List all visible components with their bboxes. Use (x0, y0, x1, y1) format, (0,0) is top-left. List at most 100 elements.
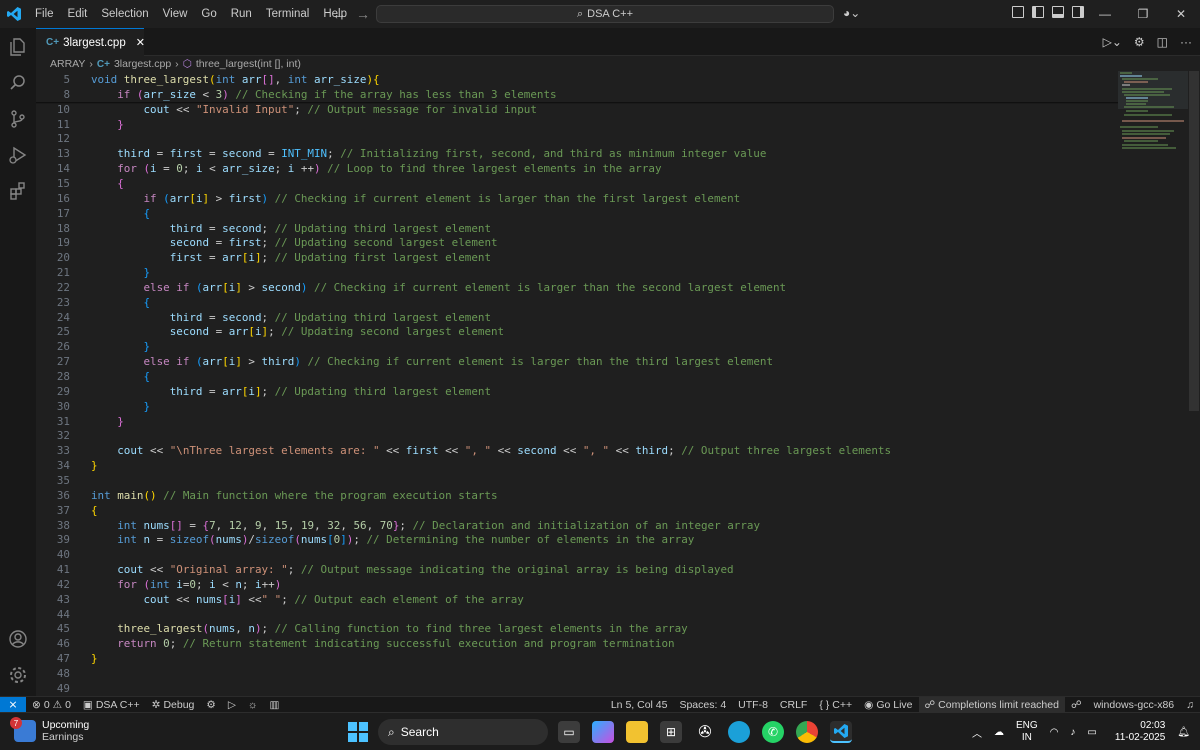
trash-icon[interactable]: ▥ (264, 699, 286, 711)
extensions-icon[interactable] (0, 174, 36, 208)
encoding[interactable]: UTF-8 (732, 699, 774, 711)
minimap[interactable] (1118, 71, 1188, 696)
code-line[interactable]: 20 first = arr[i]; // Updating first lar… (36, 250, 1118, 265)
code-line[interactable]: 14 for (i = 0; i < arr_size; i ++) // Lo… (36, 161, 1118, 176)
code-line[interactable]: 41 cout << "Original array: "; // Output… (36, 562, 1118, 577)
notifications-bell-icon[interactable]: ♫ (1180, 699, 1200, 711)
problems-indicator[interactable]: ⊗ 0 ⚠ 0 (26, 699, 77, 711)
chatgpt-icon[interactable]: ✇ (694, 721, 716, 743)
gear-icon[interactable] (0, 658, 36, 692)
menu-selection[interactable]: Selection (94, 0, 155, 28)
workspace-indicator[interactable]: ▣ DSA C++ (77, 699, 146, 711)
whatsapp-icon[interactable]: ✆ (762, 721, 784, 743)
toggle-primary-sidebar-icon[interactable] (1032, 6, 1044, 18)
code-line[interactable]: 47} (36, 651, 1118, 666)
code-line[interactable]: 36 int main() // Main function where the … (36, 488, 1118, 503)
code-line[interactable]: 44 (36, 607, 1118, 622)
code-line[interactable]: 45 three_largest(nums, n); // Calling fu… (36, 621, 1118, 636)
code-line[interactable]: 23 { (36, 295, 1118, 310)
wifi-icon[interactable]: ◠ (1050, 727, 1059, 738)
code-line[interactable]: 25 second = arr[i]; // Updating second l… (36, 324, 1118, 339)
code-line[interactable]: 12 (36, 131, 1118, 146)
chrome-icon[interactable] (796, 721, 818, 743)
code-line[interactable]: 13 third = first = second = INT_MIN; // … (36, 146, 1118, 161)
code-line[interactable]: 31 } (36, 414, 1118, 429)
more-actions-icon[interactable]: ··· (1180, 35, 1192, 49)
vertical-scrollbar[interactable] (1189, 71, 1199, 411)
menu-run[interactable]: Run (224, 0, 259, 28)
clock[interactable]: 02:03 11-02-2025 (1115, 720, 1165, 744)
run-file-icon[interactable]: ▷⌄ (1103, 35, 1122, 49)
menu-edit[interactable]: Edit (61, 0, 95, 28)
menu-terminal[interactable]: Terminal (259, 0, 316, 28)
battery-icon[interactable]: ▭ (1087, 727, 1096, 738)
split-editor-icon[interactable]: ◫ (1157, 35, 1168, 49)
code-line[interactable]: 15 { (36, 176, 1118, 191)
code-line[interactable]: 43 cout << nums[i] <<" "; // Output each… (36, 592, 1118, 607)
code-line[interactable]: 21 } (36, 265, 1118, 280)
volume-icon[interactable]: ♪ (1070, 727, 1075, 738)
breadcrumb-file[interactable]: 3largest.cpp (114, 58, 171, 70)
code-line[interactable]: 26 } (36, 339, 1118, 354)
tab-close-icon[interactable]: ✕ (136, 36, 145, 49)
windows-start-icon[interactable] (348, 722, 368, 742)
copilot-icon[interactable]: ◕⌄ (843, 6, 860, 20)
run-debug-icon[interactable] (0, 138, 36, 172)
code-line[interactable]: 5 void three_largest(int arr[], int arr_s… (36, 72, 1118, 87)
edge-icon[interactable] (728, 721, 750, 743)
language-mode[interactable]: { } C++ (813, 699, 858, 711)
code-line[interactable]: 37 { (36, 503, 1118, 518)
code-line[interactable]: 8 if (arr_size < 3) // Checking if the a… (36, 86, 1118, 102)
remote-indicator-icon[interactable]: ⨯ (0, 696, 26, 713)
menu-view[interactable]: View (156, 0, 195, 28)
code-line[interactable]: 27 else if (arr[i] > third) // Checking … (36, 354, 1118, 369)
code-line[interactable]: 42 for (int i=0; i < n; i++) (36, 577, 1118, 592)
code-line[interactable]: 34} (36, 458, 1118, 473)
breadcrumb-symbol[interactable]: three_largest(int [], int) (196, 58, 301, 70)
code-line[interactable]: 49 (36, 681, 1118, 696)
widgets-button[interactable]: 7 Upcoming Earnings (10, 717, 89, 743)
menu-file[interactable]: File (28, 0, 61, 28)
indentation[interactable]: Spaces: 4 (673, 699, 732, 711)
onedrive-icon[interactable]: ☁ (994, 727, 1004, 738)
debug-config[interactable]: ✲ Debug (146, 699, 201, 711)
code-line[interactable]: 29 third = arr[i]; // Updating third lar… (36, 384, 1118, 399)
code-line[interactable]: 40 (36, 547, 1118, 562)
copilot-status[interactable]: ☍ Completions limit reached (918, 697, 1065, 713)
code-line[interactable]: 19 second = first; // Updating second la… (36, 235, 1118, 250)
store-icon[interactable]: ⊞ (660, 721, 682, 743)
account-icon[interactable] (0, 622, 36, 656)
end-of-line[interactable]: CRLF (774, 699, 813, 711)
code-line[interactable]: 24 third = second; // Updating third lar… (36, 310, 1118, 325)
toggle-panel-icon[interactable] (1052, 6, 1064, 18)
code-line[interactable]: 18 third = second; // Updating third lar… (36, 221, 1118, 236)
copilot-icon[interactable]: ☍ (1065, 699, 1088, 711)
cursor-position[interactable]: Ln 5, Col 45 (605, 699, 674, 711)
run-icon[interactable]: ▷ (222, 699, 242, 711)
code-line[interactable]: 46 return 0; // Return statement indicat… (36, 636, 1118, 651)
explorer-icon[interactable] (0, 30, 36, 64)
code-line[interactable]: 39 int n = sizeof(nums)/sizeof(nums[0]);… (36, 532, 1118, 547)
go-live-button[interactable]: ◉ Go Live (858, 699, 918, 711)
code-line[interactable]: 22 else if (arr[i] > second) // Checking… (36, 280, 1118, 295)
copilot-app-icon[interactable] (592, 721, 614, 743)
forward-arrow-icon[interactable]: → (356, 6, 370, 22)
debug-bug-icon[interactable]: ☼ (242, 699, 264, 711)
file-explorer-icon[interactable] (626, 721, 648, 743)
search-icon[interactable] (0, 66, 36, 100)
taskbar-search[interactable]: ⌕ Search (378, 719, 548, 745)
toggle-secondary-sidebar-icon[interactable] (1072, 6, 1084, 18)
notifications-icon[interactable]: 🔔︎ (1177, 727, 1190, 738)
code-line[interactable]: 35 (36, 473, 1118, 488)
minimize-icon[interactable]: — (1086, 0, 1124, 28)
command-center-search[interactable]: ⌕ DSA C++ (376, 5, 834, 23)
cpp-configuration[interactable]: windows-gcc-x86 (1088, 699, 1181, 711)
copilot-chat-icon[interactable]: ⚙ (1134, 35, 1145, 49)
code-line[interactable]: 32 (36, 428, 1118, 443)
code-line[interactable]: 28 { (36, 369, 1118, 384)
code-line[interactable]: 11 } (36, 117, 1118, 132)
breadcrumb-folder[interactable]: ARRAY (50, 58, 85, 70)
task-view-icon[interactable]: ▭ (558, 721, 580, 743)
close-icon[interactable]: ✕ (1162, 0, 1200, 28)
code-line[interactable]: 30 } (36, 399, 1118, 414)
